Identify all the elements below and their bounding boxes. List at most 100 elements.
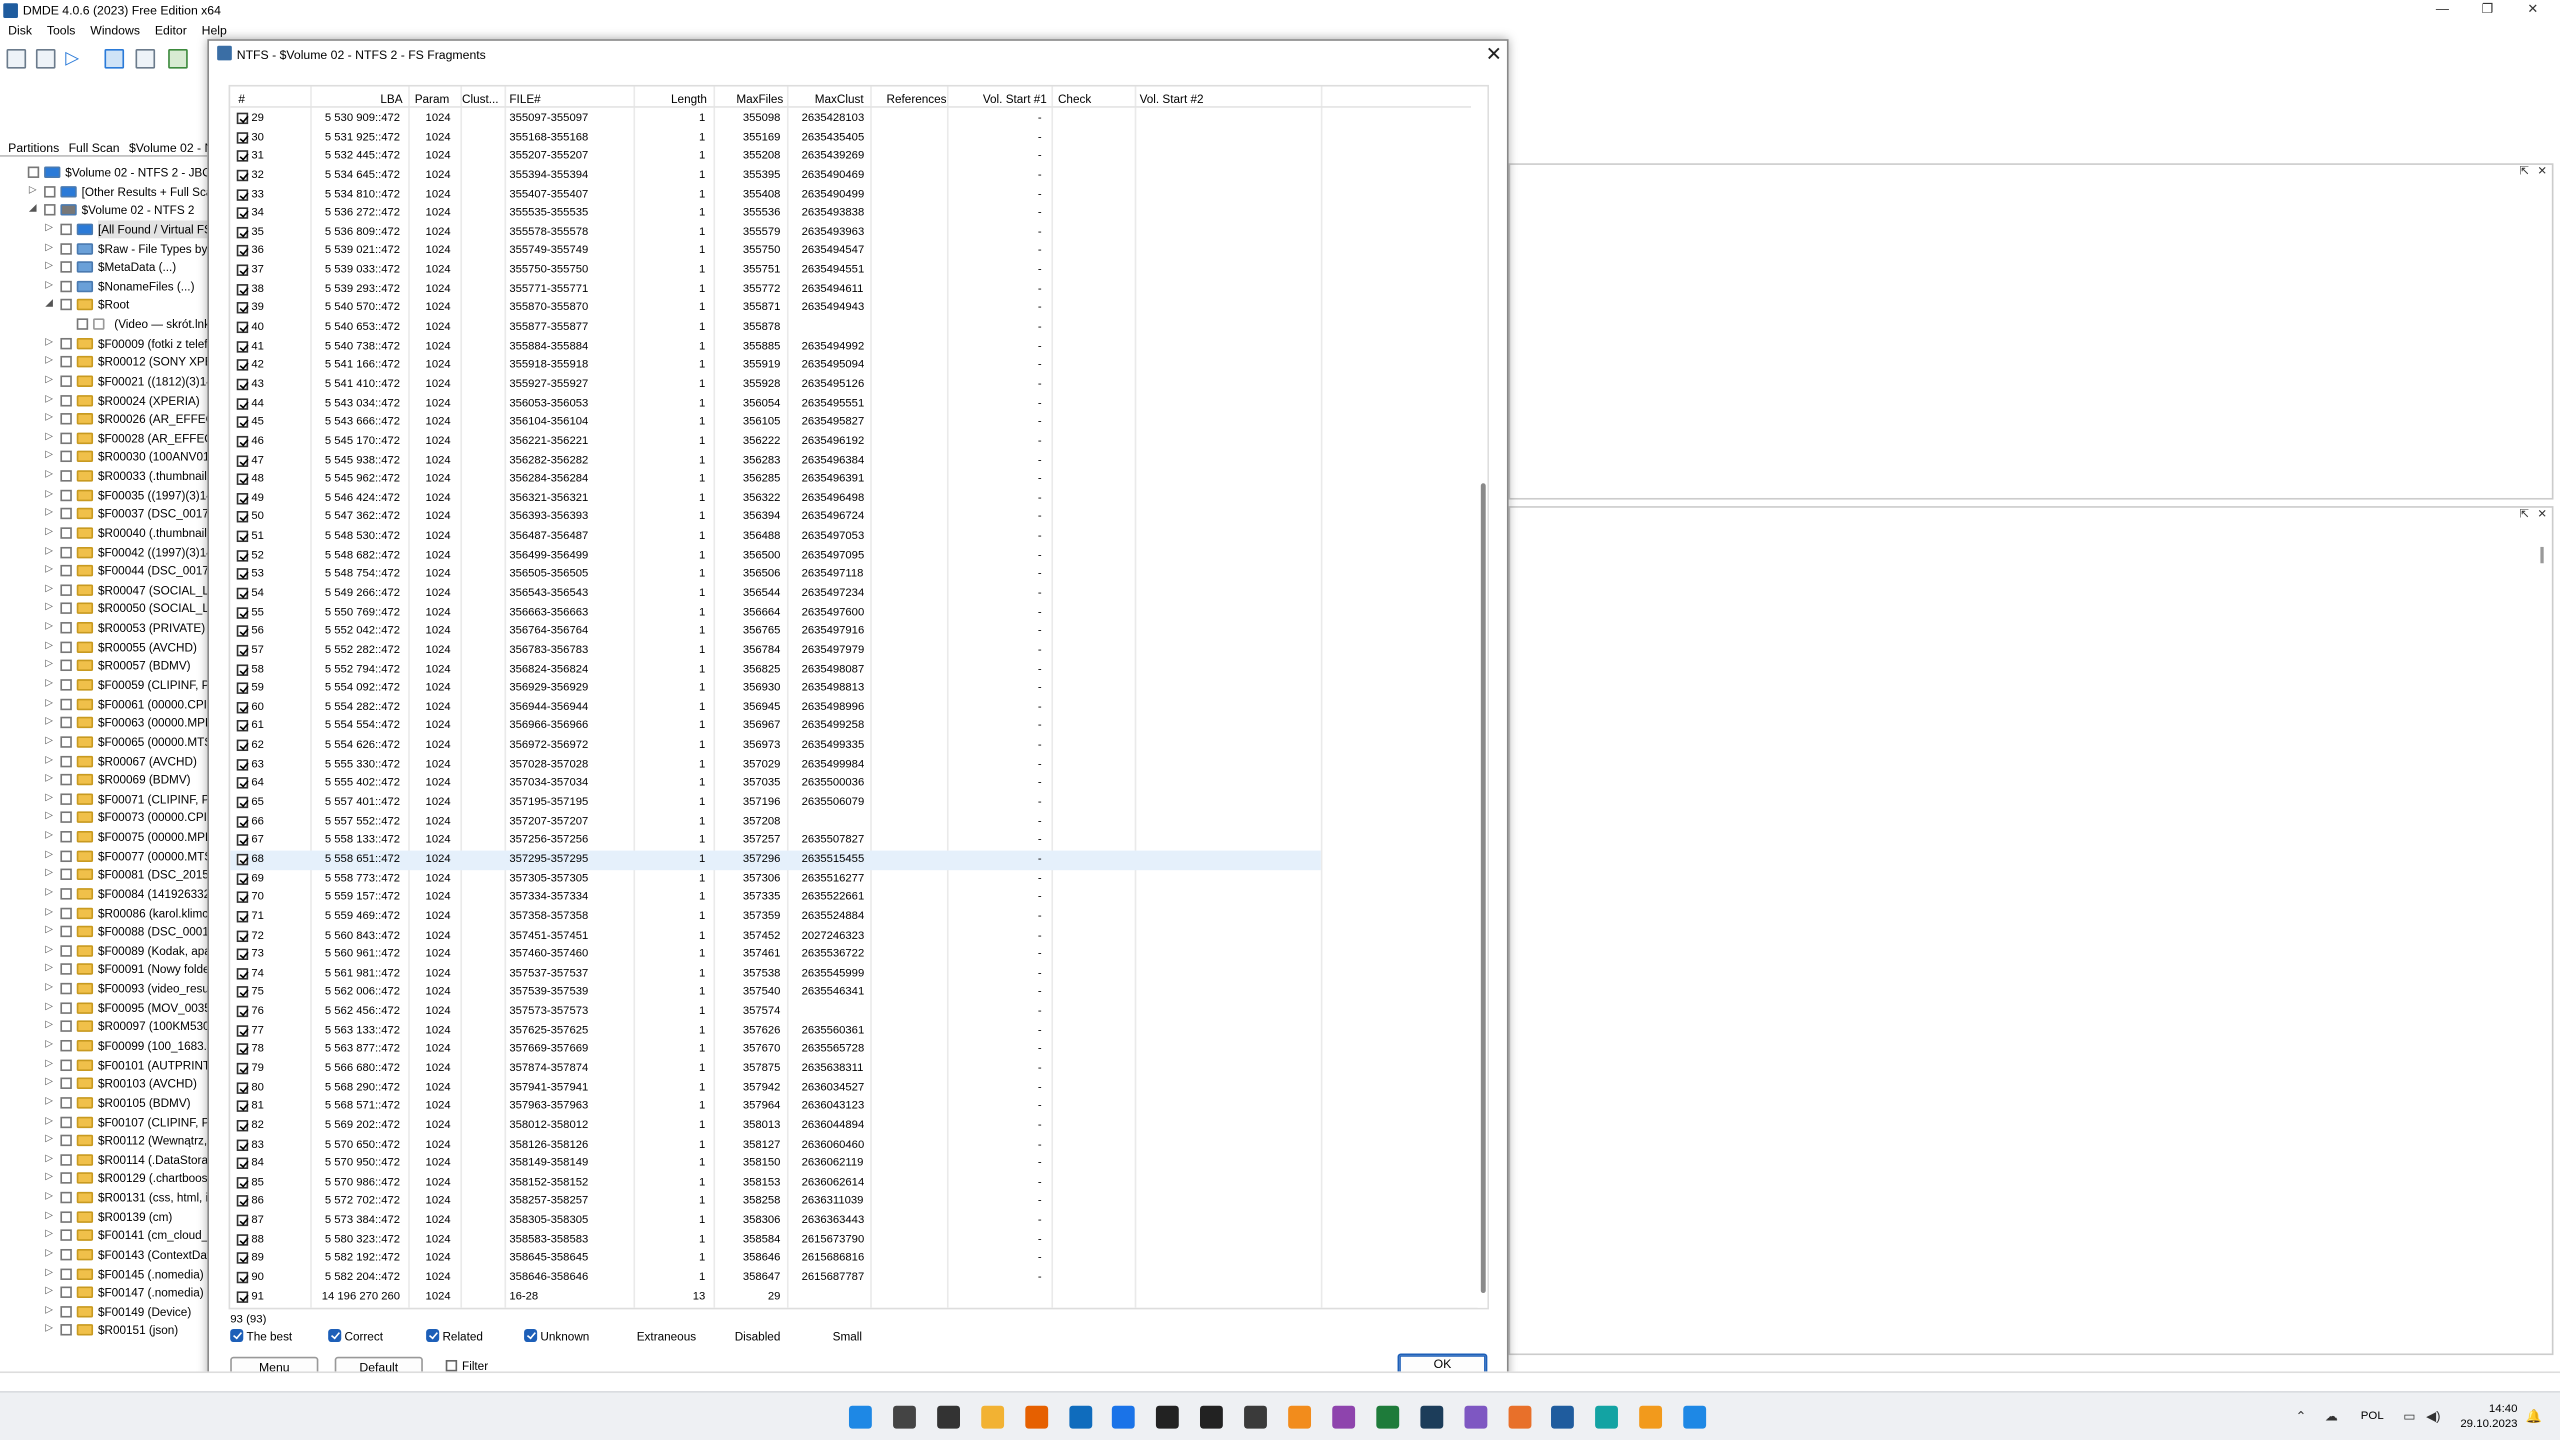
tree-checkbox[interactable]	[60, 717, 72, 729]
expand-arrow-icon[interactable]: ▷	[44, 524, 54, 543]
refresh-icon[interactable]	[104, 48, 125, 69]
chevron-up-icon[interactable]: ⌃	[2296, 1409, 2307, 1424]
table-row[interactable]: 53 5 548 754::472 1024 356505-356505 1 356506…	[230, 565, 1321, 584]
blue-edit-app-icon[interactable]	[1683, 1405, 1707, 1429]
row-checkbox[interactable]	[236, 1214, 249, 1227]
tree-item[interactable]: ▷ $F00077 (00000.MTS, 00	[0, 847, 207, 866]
tree-item[interactable]: ▷ $R00024 (XPERIA)	[0, 391, 207, 410]
row-checkbox[interactable]	[236, 1157, 249, 1170]
tree-item[interactable]: ▷ $F00101 (AUTPRINT.MR	[0, 1056, 207, 1075]
col-header-maxfiles[interactable]: MaxFiles	[736, 91, 783, 106]
row-checkbox[interactable]	[236, 682, 249, 695]
notification-bell-icon[interactable]: 🔔	[2526, 1409, 2542, 1424]
col-header-file[interactable]: FILE#	[509, 91, 540, 106]
tree-item[interactable]: ▷ $R00105 (BDMV)	[0, 1094, 207, 1113]
expand-arrow-icon[interactable]: ▷	[44, 657, 54, 676]
tree-item[interactable]: ▷ $F00141 (cm_cloud_sdk	[0, 1227, 207, 1246]
tree-checkbox[interactable]	[60, 907, 72, 919]
tree-item[interactable]: ▷ $R00112 (Wewnątrz, Ze	[0, 1132, 207, 1151]
expand-arrow-icon[interactable]: ▷	[44, 904, 54, 923]
tree-checkbox[interactable]	[60, 1020, 72, 1033]
tree-item[interactable]: ▷ $R00033 (.thumbnails,	[0, 467, 207, 486]
dialog-close-icon[interactable]: ✕	[1486, 42, 1502, 65]
maximize-icon[interactable]: ❐	[2482, 2, 2494, 17]
expand-arrow-icon[interactable]: ▷	[44, 885, 54, 904]
row-checkbox[interactable]	[236, 701, 249, 714]
expand-arrow-icon[interactable]: ▷	[44, 733, 54, 752]
tree-item[interactable]: ▷ $R00067 (AVCHD)	[0, 752, 207, 771]
row-checkbox[interactable]	[236, 1252, 249, 1265]
tree-checkbox[interactable]	[60, 413, 72, 425]
tree-checkbox[interactable]	[60, 1191, 72, 1204]
expand-arrow-icon[interactable]: ▷	[44, 1284, 54, 1303]
table-row[interactable]: 76 5 562 456::472 1024 357573-357573 1 357574…	[230, 1003, 1321, 1022]
tree-item[interactable]: ▷ $NonameFiles (...)	[0, 277, 207, 296]
table-row[interactable]: 61 5 554 554::472 1024 356966-356966 1 356967…	[230, 717, 1321, 736]
tree-checkbox[interactable]	[60, 982, 72, 995]
expand-arrow-icon[interactable]: ▷	[44, 1189, 54, 1208]
the-best-checkbox[interactable]	[230, 1328, 244, 1343]
tree-checkbox[interactable]	[60, 603, 72, 615]
menu-windows[interactable]: Windows	[90, 23, 140, 38]
tree-checkbox[interactable]	[60, 432, 72, 444]
tree-item[interactable]: ▷ $R00040 (.thumbnails, 1	[0, 524, 207, 543]
related-checkbox[interactable]	[426, 1328, 440, 1343]
tree-checkbox[interactable]	[60, 755, 72, 767]
table-row[interactable]: 78 5 563 877::472 1024 357669-357669 1 357670…	[230, 1041, 1321, 1060]
arrow-app-icon[interactable]	[1244, 1405, 1268, 1429]
tree-item[interactable]: ▷ $F00145 (.nomedia)	[0, 1265, 207, 1284]
table-row[interactable]: 66 5 557 552::472 1024 357207-357207 1 357208…	[230, 813, 1321, 832]
tree-item[interactable]: ▷ $F00071 (CLIPINF, PLAY	[0, 790, 207, 809]
table-row[interactable]: 44 5 543 034::472 1024 356053-356053 1 356054…	[230, 394, 1321, 413]
tree-checkbox[interactable]	[60, 280, 72, 292]
table-row[interactable]: 87 5 573 384::472 1024 358305-358305 1 358306…	[230, 1212, 1321, 1231]
task-view-icon[interactable]	[892, 1405, 916, 1429]
row-checkbox[interactable]	[236, 150, 249, 163]
tree-checkbox[interactable]	[60, 622, 72, 634]
tree-checkbox[interactable]	[60, 1134, 72, 1147]
tree-item[interactable]: ▷ $F00073 (00000.CPI, 000	[0, 809, 207, 828]
terminal-icon[interactable]	[936, 1405, 960, 1429]
row-checkbox[interactable]	[236, 112, 249, 125]
table-row[interactable]: 58 5 552 794::472 1024 356824-356824 1 356825…	[230, 660, 1321, 679]
row-checkbox[interactable]	[236, 1138, 249, 1151]
row-checkbox[interactable]	[236, 359, 249, 372]
row-checkbox[interactable]	[236, 606, 249, 619]
close-icon[interactable]: ✕	[2527, 2, 2538, 17]
table-row[interactable]: 69 5 558 773::472 1024 357305-357305 1 357306…	[230, 870, 1321, 889]
col-header-references[interactable]: References	[887, 91, 947, 106]
tree-checkbox[interactable]	[60, 546, 72, 558]
purple-stack-app-icon[interactable]	[1332, 1405, 1355, 1429]
expand-arrow-icon[interactable]: ▷	[44, 258, 54, 277]
row-checkbox[interactable]	[236, 397, 249, 410]
menu-help[interactable]: Help	[202, 23, 227, 38]
tree-item[interactable]: ▷ $F00091 (Nowy folder (	[0, 961, 207, 980]
row-checkbox[interactable]	[236, 454, 249, 467]
tree-item[interactable]: ▷ $R00026 (AR_EFFECT)	[0, 410, 207, 429]
row-checkbox[interactable]	[236, 1024, 249, 1037]
tree-item[interactable]: ▷ $R00151 (json)	[0, 1322, 207, 1341]
row-checkbox[interactable]	[236, 1100, 249, 1113]
scrollbar-thumb[interactable]	[1480, 483, 1486, 1294]
expand-arrow-icon[interactable]: ▷	[44, 448, 54, 467]
row-checkbox[interactable]	[236, 283, 249, 296]
expand-arrow-icon[interactable]: ▷	[44, 999, 54, 1018]
tree-item[interactable]: ▷ $R00030 (100ANV01)	[0, 448, 207, 467]
tree-checkbox[interactable]	[60, 1248, 72, 1261]
tree-checkbox[interactable]	[60, 508, 72, 520]
expand-arrow-icon[interactable]: ▷	[44, 638, 54, 657]
network-icon[interactable]: ▭	[2403, 1409, 2415, 1424]
tree-item[interactable]: ▷ [All Found / Virtual FS]	[0, 220, 208, 240]
tree-item[interactable]: ▷ $F00065 (00000.MTS, 00	[0, 733, 207, 752]
tree-checkbox[interactable]	[60, 242, 72, 254]
row-checkbox[interactable]	[236, 1233, 249, 1246]
row-checkbox[interactable]	[236, 929, 249, 942]
tree-checkbox[interactable]	[60, 1039, 72, 1052]
row-checkbox[interactable]	[236, 549, 249, 562]
expand-arrow-icon[interactable]: ▷	[44, 1094, 54, 1113]
row-checkbox[interactable]	[236, 568, 249, 581]
row-checkbox[interactable]	[236, 1005, 249, 1018]
visual-studio-icon[interactable]	[1463, 1405, 1487, 1429]
tree-item[interactable]: ▷ $MetaData (...)	[0, 258, 207, 277]
tree-item[interactable]: ▷ $F00088 (DSC_0001 (1).j	[0, 923, 207, 942]
